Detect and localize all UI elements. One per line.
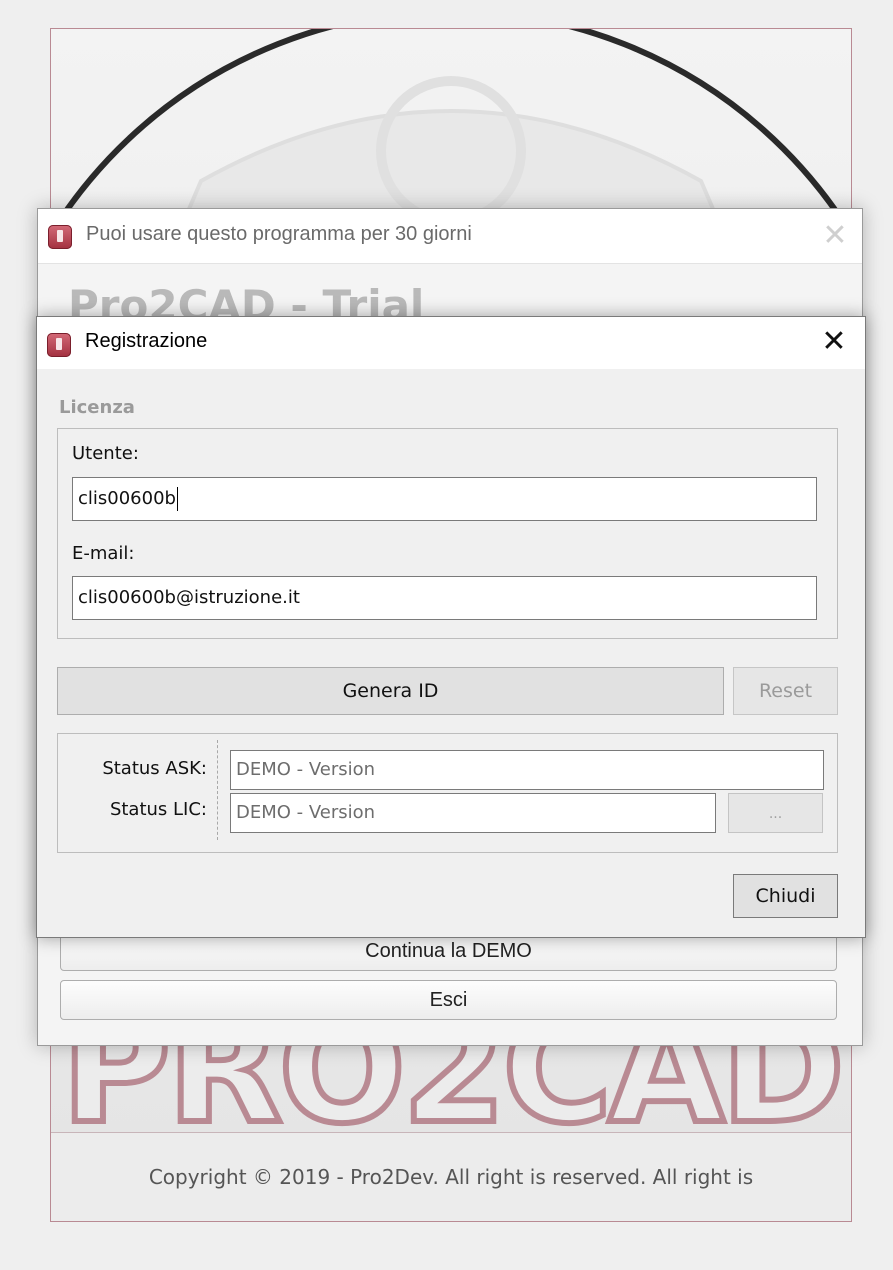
reset-button[interactable]: Reset	[733, 667, 838, 715]
status-ask-field: DEMO - Version	[230, 750, 824, 790]
email-label: E-mail:	[72, 543, 135, 564]
license-browse-button[interactable]: ...	[728, 793, 823, 833]
text-caret	[176, 487, 178, 511]
status-lic-label: Status LIC:	[109, 799, 207, 820]
license-heading: Licenza	[59, 397, 135, 418]
email-input[interactable]: clis00600b@istruzione.it	[72, 576, 817, 620]
status-lic-field: DEMO - Version	[230, 793, 716, 833]
copyright-text: Copyright © 2019 - Pro2Dev. All right is…	[148, 1165, 754, 1189]
license-group: Utente: clis00600b E-mail: clis00600b@is…	[57, 428, 838, 639]
close-icon[interactable]: ✕	[819, 326, 849, 358]
app-icon	[47, 333, 71, 357]
trial-titlebar: Puoi usare questo programma per 30 giorn…	[38, 209, 862, 264]
status-ask-label: Status ASK:	[102, 758, 207, 779]
registration-title: Registrazione	[85, 330, 208, 352]
user-input-value: clis00600b	[78, 488, 176, 509]
copyright-bar: Copyright © 2019 - Pro2Dev. All right is…	[51, 1132, 851, 1221]
registration-titlebar: Registrazione ✕	[37, 317, 865, 369]
generate-id-button[interactable]: Genera ID	[57, 667, 724, 715]
app-icon	[48, 225, 72, 249]
trial-window-title: Puoi usare questo programma per 30 giorn…	[86, 223, 472, 245]
status-divider	[217, 740, 218, 840]
trial-close-icon[interactable]: ✕	[820, 221, 850, 251]
status-group: Status ASK: DEMO - Version Status LIC: D…	[57, 733, 838, 853]
exit-button[interactable]: Esci	[60, 980, 837, 1020]
registration-dialog: Registrazione ✕ Licenza Utente: clis0060…	[36, 316, 866, 938]
user-label: Utente:	[72, 443, 139, 464]
close-button[interactable]: Chiudi	[733, 874, 838, 918]
user-input[interactable]: clis00600b	[72, 477, 817, 521]
